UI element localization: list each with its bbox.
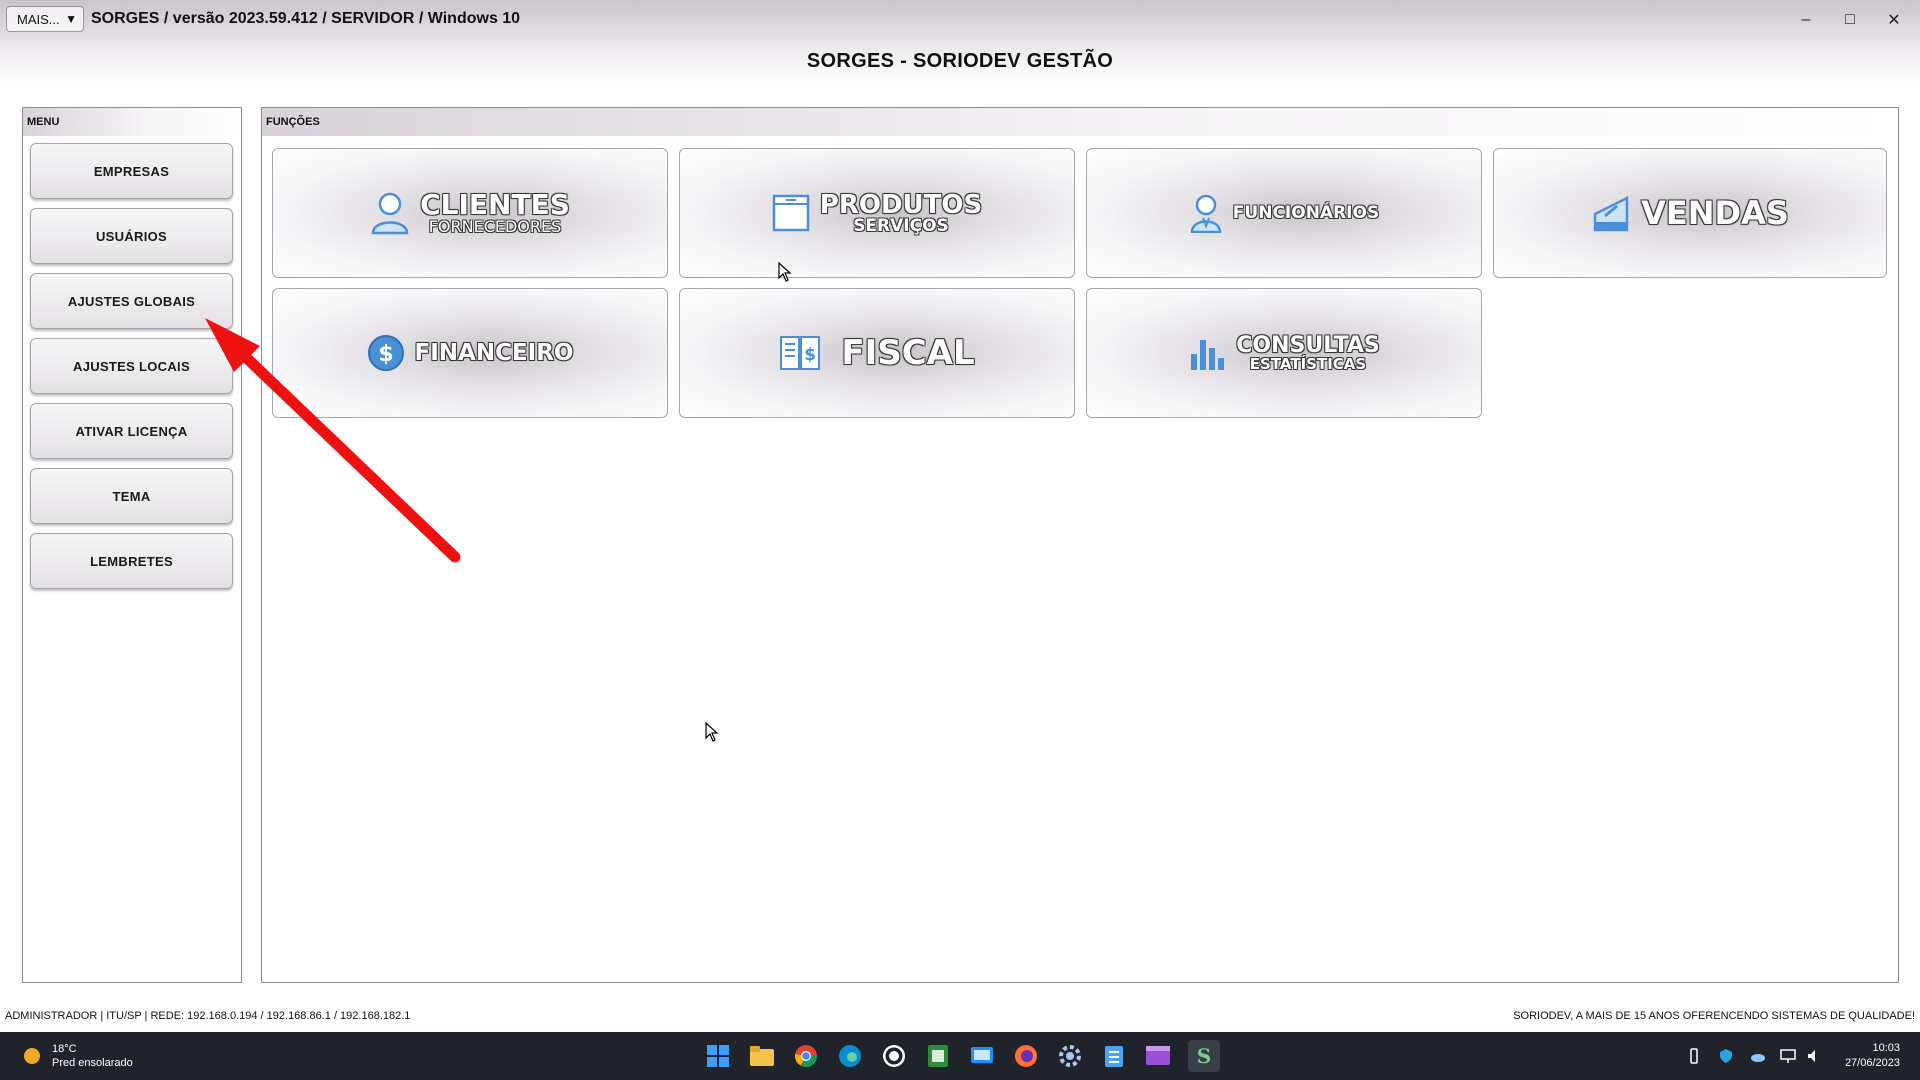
windows-start-icon[interactable] — [704, 1042, 732, 1070]
firefox-icon[interactable] — [1012, 1042, 1040, 1070]
notepad-icon[interactable] — [1100, 1042, 1128, 1070]
usb-icon[interactable] — [1686, 1048, 1702, 1064]
mouse-cursor-icon — [778, 262, 792, 282]
system-clock[interactable]: 10:03 27/06/2023 — [1845, 1041, 1900, 1071]
status-info: ADMINISTRADOR | ITU/SP | REDE: 192.168.0… — [5, 1010, 411, 1022]
status-slogan: SORIODEV, A MAIS DE 15 ANOS OFERENCENDO … — [1513, 1010, 1915, 1022]
security-shield-icon[interactable] — [1718, 1048, 1734, 1064]
sorges-app-icon[interactable]: S — [1188, 1040, 1220, 1072]
svg-text:S: S — [1197, 1044, 1211, 1068]
remote-access-icon[interactable] — [968, 1042, 996, 1070]
edge-icon[interactable] — [836, 1042, 864, 1070]
annotation-arrow — [205, 318, 461, 563]
mouse-cursor-icon — [705, 722, 719, 742]
file-explorer-icon[interactable] — [748, 1042, 776, 1070]
network-icon[interactable] — [1780, 1048, 1796, 1064]
settings-gear-icon[interactable] — [1056, 1042, 1084, 1070]
clock-time: 10:03 — [1872, 1042, 1900, 1054]
weather-temp: 18°C — [52, 1043, 77, 1055]
whatsapp-icon[interactable] — [880, 1042, 908, 1070]
cloud-icon[interactable] — [1750, 1048, 1766, 1064]
clock-date: 27/06/2023 — [1844, 1057, 1900, 1069]
video-editor-icon[interactable] — [1144, 1042, 1172, 1070]
taskbar: 18°C Pred ensolarado S 10:03 27/06/2023 — [0, 1032, 1920, 1080]
volume-icon[interactable] — [1806, 1048, 1822, 1064]
weather-description: Pred ensolarado — [52, 1057, 133, 1069]
chrome-icon[interactable] — [792, 1042, 820, 1070]
sun-icon — [24, 1048, 40, 1064]
spreadsheet-icon[interactable] — [924, 1042, 952, 1070]
weather-widget[interactable]: 18°C Pred ensolarado — [20, 1042, 133, 1070]
